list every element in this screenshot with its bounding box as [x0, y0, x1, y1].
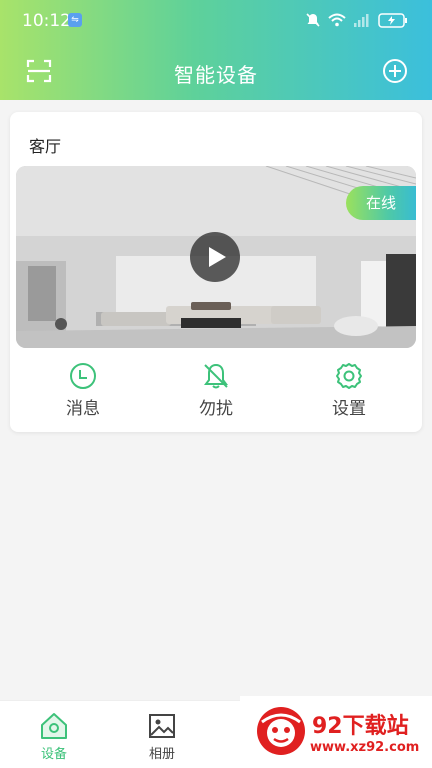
signal-icon	[354, 14, 369, 27]
battery-icon	[378, 12, 407, 28]
play-icon	[209, 247, 226, 267]
add-device-icon[interactable]	[382, 58, 408, 84]
messages-button[interactable]: 消息	[43, 362, 123, 419]
title-row: 智能设备	[0, 52, 432, 92]
home-icon	[41, 713, 67, 739]
do-not-disturb-label: 勿扰	[199, 399, 233, 419]
status-icons	[305, 12, 408, 28]
watermark: 92下载站 www.xz92.com	[240, 696, 432, 768]
play-button[interactable]	[190, 232, 240, 282]
app-header: 10:12 ⇋ 智能设备	[0, 0, 432, 100]
clock-icon	[70, 363, 96, 389]
status-bar: 10:12 ⇋	[0, 0, 432, 40]
wifi-icon	[328, 13, 346, 27]
settings-label: 设置	[332, 399, 366, 419]
tab-devices-label: 设备	[40, 747, 67, 762]
camera-preview[interactable]: 在线	[16, 166, 416, 348]
watermark-logo-icon	[257, 707, 305, 755]
watermark-title: 92下载站	[312, 714, 409, 739]
messages-label: 消息	[66, 399, 100, 419]
online-status-badge: 在线	[346, 186, 416, 220]
tab-album[interactable]: 相册	[132, 711, 192, 762]
status-time: 10:12	[22, 11, 71, 31]
room-name: 客厅	[29, 137, 62, 156]
notification-chip-icon: ⇋	[68, 13, 82, 27]
bell-off-icon	[204, 363, 228, 389]
gear-icon	[336, 363, 362, 389]
device-card: 客厅 在线 消息 勿扰 设置	[10, 112, 422, 432]
image-icon	[149, 714, 175, 738]
mute-bell-icon	[306, 13, 320, 27]
page-title: 智能设备	[174, 63, 258, 87]
tab-album-label: 相册	[148, 747, 175, 762]
tab-devices[interactable]: 设备	[24, 711, 84, 762]
do-not-disturb-button[interactable]: 勿扰	[176, 362, 256, 419]
settings-button[interactable]: 设置	[309, 362, 389, 419]
device-actions: 消息 勿扰 设置	[10, 362, 422, 422]
watermark-url: www.xz92.com	[310, 740, 420, 755]
